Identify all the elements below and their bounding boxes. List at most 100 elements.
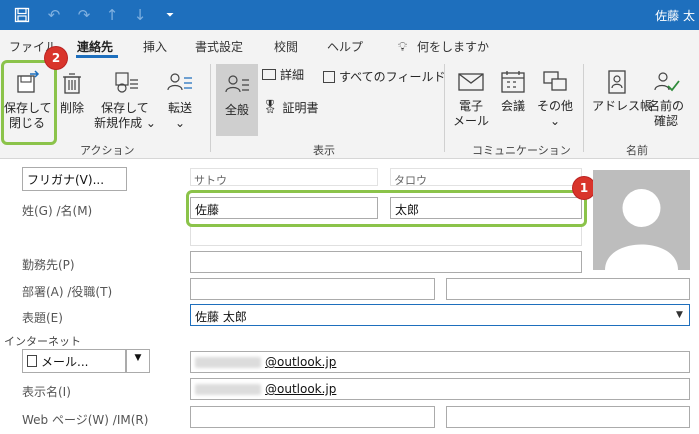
all-fields-icon (323, 70, 335, 83)
tab-insert[interactable]: 挿入 (143, 38, 167, 55)
check-names-label-line1: 名前の (647, 99, 684, 113)
furigana-last-field[interactable] (190, 168, 378, 186)
web-page-field[interactable] (190, 406, 435, 428)
contact-card-small-icon (27, 355, 37, 367)
email-value: @outlook.jp (265, 355, 337, 369)
redacted-text (195, 357, 261, 368)
tab-contact[interactable]: 連絡先 (77, 38, 113, 55)
all-fields-button[interactable]: すべてのフィールド (323, 68, 445, 85)
title-bar: ↶ ↷ ↑ ↓ ⏷ 佐藤 太 (0, 0, 699, 30)
department-field[interactable] (190, 278, 435, 300)
job-title-field[interactable] (446, 278, 690, 300)
email-type-button[interactable]: メール... (22, 349, 126, 373)
other-label: その他 (536, 99, 573, 113)
general-view-button[interactable]: 全般 (216, 64, 258, 136)
display-name-field[interactable]: @outlook.jp (190, 378, 690, 400)
save-new-button[interactable]: 保存して 新規作成 ⌄ (94, 68, 156, 131)
chevron-down-icon: ⌄ (174, 116, 186, 130)
im-address-field[interactable] (446, 406, 690, 428)
email-type-label: メール... (41, 354, 89, 369)
undo-icon[interactable]: ↶ (44, 5, 64, 25)
department-title-label: 部署(A) /役職(T) (22, 285, 113, 299)
furigana-button[interactable]: フリガナ(V)... (22, 167, 127, 191)
tab-review[interactable]: 校閲 (274, 38, 298, 55)
meeting-button[interactable]: 会議 (495, 68, 531, 114)
check-names-label-line2: 確認 (653, 114, 678, 128)
file-as-label: 表題(E) (22, 311, 63, 325)
highlight-save-close (1, 60, 57, 145)
next-item-icon[interactable]: ↓ (130, 5, 150, 25)
details-icon (262, 69, 276, 80)
tab-format[interactable]: 書式設定 (195, 38, 243, 55)
details-label: 詳細 (280, 68, 305, 82)
contact-card-icon (225, 75, 249, 93)
person-silhouette-icon (605, 189, 678, 270)
check-names-button[interactable]: 名前の 確認 (645, 68, 687, 129)
all-fields-label: すべてのフィールド (339, 70, 446, 84)
ribbon-separator (210, 64, 211, 152)
display-name-label: 表示名(I) (22, 385, 71, 399)
chat-icon (543, 71, 567, 91)
check-names-icon (654, 72, 680, 92)
menu-bar: ファイル 連絡先 挿入 書式設定 校閲 ヘルプ 💡︎ 何をしますか (0, 30, 699, 58)
company-label: 勤務先(P) (22, 258, 75, 272)
trash-icon (63, 73, 81, 94)
email-button[interactable]: 電子 メール (451, 68, 491, 129)
step-badge-2: 2 (45, 47, 67, 69)
delete-button[interactable]: 削除 (56, 68, 88, 116)
save-new-label-line2: 新規作成 ⌄ (94, 116, 156, 130)
web-im-label: Web ページ(W) /IM(R) (22, 413, 149, 427)
ribbon-separator (444, 64, 445, 152)
meeting-label: 会議 (500, 99, 525, 113)
email-label-line2: メール (452, 114, 489, 128)
calendar-icon (501, 71, 525, 93)
chevron-down-icon: ⌄ (549, 114, 561, 128)
previous-item-icon[interactable]: ↑ (102, 5, 122, 25)
file-as-value: 佐藤 太郎 (195, 310, 247, 324)
certificates-label: 証明書 (282, 101, 319, 115)
group-label-names: 名前 (626, 144, 648, 157)
details-button[interactable]: 詳細 (262, 66, 304, 83)
forward-label: 転送 (167, 101, 192, 115)
display-name-value: @outlook.jp (265, 382, 337, 396)
address-book-label: アドレス帳 (592, 99, 653, 113)
envelope-icon (458, 73, 484, 91)
certificate-icon: 🎖︎ (262, 100, 279, 115)
redo-icon[interactable]: ↷ (74, 5, 94, 25)
save-new-label-line1: 保存して (101, 101, 149, 115)
lightbulb-icon: 💡︎ (398, 40, 408, 55)
ribbon-separator (583, 64, 584, 152)
name-label: 姓(G) /名(M) (22, 204, 93, 218)
forward-button[interactable]: 転送 ⌄ (160, 68, 200, 131)
certificates-button[interactable]: 🎖︎ 証明書 (262, 99, 319, 116)
tab-help[interactable]: ヘルプ (327, 38, 363, 55)
email-type-dropdown[interactable]: ▼ (126, 349, 150, 373)
dropdown-arrow-icon[interactable]: ▼ (676, 310, 683, 320)
address-book-button[interactable]: アドレス帳 (592, 68, 653, 114)
group-label-actions: アクション (80, 144, 135, 157)
tell-me-label: 何をしますか (416, 40, 489, 54)
email-label-line1: 電子 (458, 99, 483, 113)
customize-toolbar-icon[interactable]: ⏷ (160, 5, 180, 25)
tell-me-box[interactable]: 💡︎ 何をしますか (398, 38, 489, 55)
window-title: 佐藤 太 (655, 9, 695, 23)
email-field[interactable]: @outlook.jp (190, 351, 690, 373)
reading-field[interactable] (190, 224, 582, 246)
group-label-communicate: コミュニケーション (472, 144, 571, 157)
delete-label: 削除 (59, 101, 84, 115)
save-new-icon (115, 72, 138, 93)
contact-photo[interactable] (593, 170, 690, 270)
file-as-field[interactable]: 佐藤 太郎 (190, 304, 690, 326)
step-badge-1: 1 (573, 177, 595, 199)
other-button[interactable]: その他 ⌄ (535, 68, 575, 129)
forward-contact-icon (167, 73, 192, 91)
save-icon[interactable] (12, 5, 32, 25)
general-label: 全般 (224, 103, 249, 117)
dropdown-arrow-icon: ▼ (134, 353, 142, 363)
redacted-text (195, 384, 261, 395)
group-label-show: 表示 (313, 144, 335, 157)
furigana-first-field[interactable] (390, 168, 582, 186)
internet-section-label: インターネット (4, 335, 81, 348)
company-field[interactable] (190, 251, 582, 273)
highlight-name-fields (186, 190, 587, 227)
